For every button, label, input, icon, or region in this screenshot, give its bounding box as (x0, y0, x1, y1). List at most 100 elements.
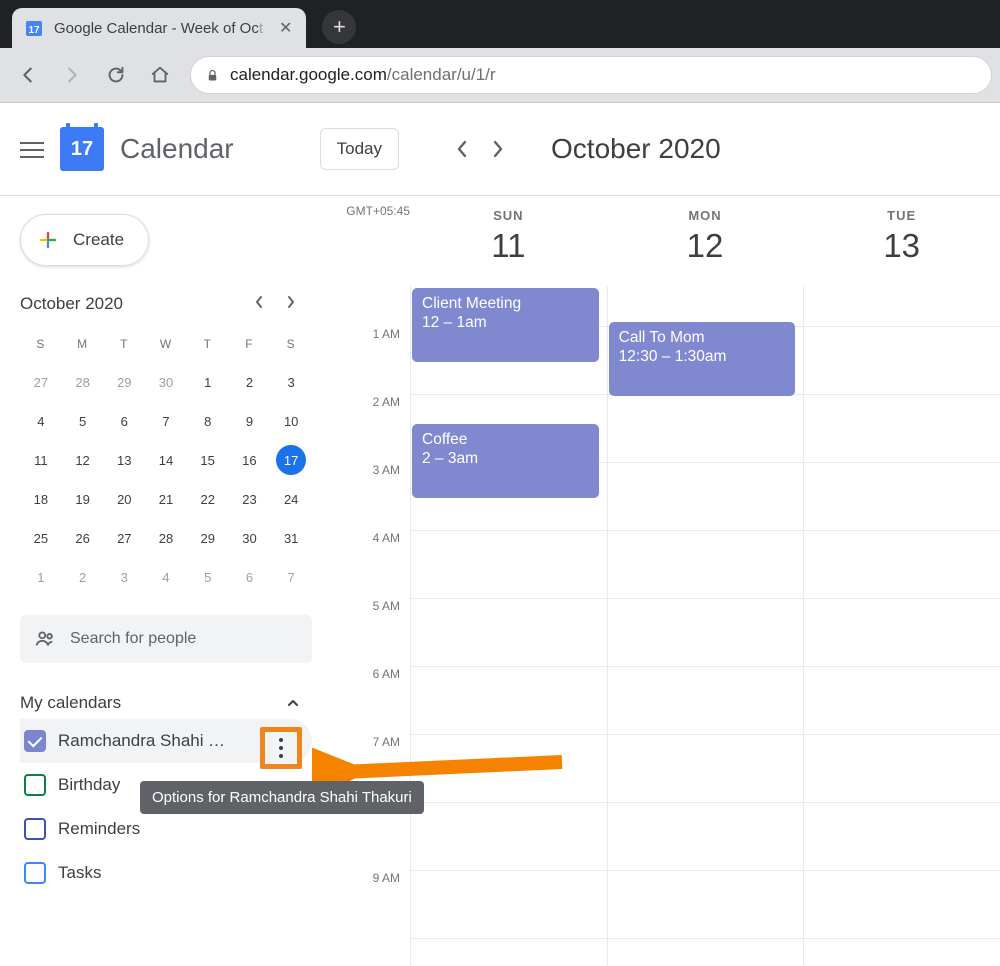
main-menu-button[interactable] (20, 137, 44, 161)
mini-day[interactable]: 16 (229, 441, 271, 480)
day-number: 13 (803, 227, 1000, 265)
mini-calendar: October 2020 SMTWTFS27282930123456789101… (20, 294, 312, 597)
hour-label: 4 AM (320, 531, 410, 599)
mini-day[interactable]: 30 (229, 519, 271, 558)
mini-day[interactable]: 6 (103, 402, 145, 441)
reload-button[interactable] (96, 55, 136, 95)
new-tab-button[interactable]: + (322, 10, 356, 44)
next-period-button[interactable] (481, 132, 515, 166)
mini-next-month-button[interactable] (286, 295, 304, 313)
mini-day[interactable]: 9 (229, 402, 271, 441)
mini-day[interactable]: 1 (20, 558, 62, 597)
calendar-label: Birthday (58, 775, 120, 795)
calendar-event[interactable]: Client Meeting12 – 1am (412, 288, 599, 362)
address-bar[interactable]: calendar.google.com/calendar/u/1/r (190, 56, 992, 94)
mini-day[interactable]: 8 (187, 402, 229, 441)
mini-day[interactable]: 13 (103, 441, 145, 480)
calendar-checkbox[interactable] (24, 730, 46, 752)
browser-tab[interactable]: 17 Google Calendar - Week of Oct ✕ (12, 8, 306, 48)
mini-day[interactable]: 27 (103, 519, 145, 558)
time-grid[interactable]: 1 AM2 AM3 AM4 AM5 AM6 AM7 AM8 AM9 AM Cli… (320, 286, 1000, 966)
mini-day[interactable]: 29 (103, 363, 145, 402)
mini-day[interactable]: 18 (20, 480, 62, 519)
timezone-label: GMT+05:45 (320, 204, 416, 218)
mini-day[interactable]: 15 (187, 441, 229, 480)
create-button-label: Create (73, 230, 124, 250)
calendar-logo-icon: 17 (60, 127, 104, 171)
mini-day[interactable]: 3 (103, 558, 145, 597)
my-calendars-header[interactable]: My calendars (20, 693, 312, 713)
mini-day[interactable]: 14 (145, 441, 187, 480)
mini-day[interactable]: 29 (187, 519, 229, 558)
day-column[interactable]: Client Meeting12 – 1am Coffee2 – 3am (410, 286, 607, 966)
day-header[interactable]: TUE13 (803, 196, 1000, 286)
mini-day[interactable]: 23 (229, 480, 271, 519)
mini-day[interactable]: 27 (20, 363, 62, 402)
day-header[interactable]: MON12 (607, 196, 804, 286)
period-nav (445, 132, 515, 166)
mini-day[interactable]: 3 (270, 363, 312, 402)
people-icon (34, 628, 56, 650)
back-button[interactable] (8, 55, 48, 95)
mini-day[interactable]: 7 (145, 402, 187, 441)
calendar-item[interactable]: Tasks (20, 851, 312, 895)
mini-day[interactable]: 17 (276, 445, 306, 475)
day-column[interactable]: Call To Mom12:30 – 1:30am (607, 286, 804, 966)
mini-day[interactable]: 24 (270, 480, 312, 519)
hour-label: 3 AM (320, 463, 410, 531)
mini-day[interactable]: 5 (187, 558, 229, 597)
event-title: Call To Mom (619, 328, 786, 347)
mini-day[interactable]: 22 (187, 480, 229, 519)
mini-day[interactable]: 25 (20, 519, 62, 558)
search-people-input[interactable]: Search for people (20, 615, 312, 663)
mini-day[interactable]: 26 (62, 519, 104, 558)
mini-day[interactable]: 5 (62, 402, 104, 441)
today-button[interactable]: Today (320, 128, 399, 170)
mini-day[interactable]: 28 (145, 519, 187, 558)
day-header-row: SUN11MON12TUE13 (320, 196, 1000, 286)
mini-day[interactable]: 12 (62, 441, 104, 480)
google-plus-icon (35, 227, 61, 253)
calendar-label: Reminders (58, 819, 140, 839)
svg-text:17: 17 (28, 25, 40, 36)
mini-day[interactable]: 21 (145, 480, 187, 519)
google-calendar-app: 17 Calendar Today October 2020 Create Oc… (0, 103, 1000, 964)
calendar-checkbox[interactable] (24, 818, 46, 840)
mini-day[interactable]: 19 (62, 480, 104, 519)
calendar-event[interactable]: Coffee2 – 3am (412, 424, 599, 498)
prev-period-button[interactable] (445, 132, 479, 166)
calendar-options-button[interactable] (260, 727, 302, 769)
mini-day[interactable]: 6 (229, 558, 271, 597)
close-tab-icon[interactable]: ✕ (279, 18, 292, 38)
mini-dow: T (103, 324, 145, 363)
calendar-checkbox[interactable] (24, 774, 46, 796)
day-header[interactable]: SUN11 (410, 196, 607, 286)
mini-day[interactable]: 20 (103, 480, 145, 519)
mini-day[interactable]: 1 (187, 363, 229, 402)
home-button[interactable] (140, 55, 180, 95)
sidebar: Create October 2020 SMTWTFS2728293012345… (0, 196, 320, 964)
mini-day[interactable]: 2 (229, 363, 271, 402)
mini-day[interactable]: 11 (20, 441, 62, 480)
mini-day[interactable]: 4 (145, 558, 187, 597)
mini-day[interactable]: 10 (270, 402, 312, 441)
mini-day[interactable]: 28 (62, 363, 104, 402)
mini-day[interactable]: 4 (20, 402, 62, 441)
reload-icon (105, 64, 127, 86)
day-column[interactable] (803, 286, 1000, 966)
event-time: 12 – 1am (422, 313, 589, 332)
day-of-week-label: MON (607, 208, 804, 223)
mini-day[interactable]: 30 (145, 363, 187, 402)
create-button[interactable]: Create (20, 214, 149, 266)
mini-prev-month-button[interactable] (254, 295, 272, 313)
hour-label: 1 AM (320, 327, 410, 395)
mini-day[interactable]: 7 (270, 558, 312, 597)
event-title: Coffee (422, 430, 589, 449)
day-columns: Client Meeting12 – 1amCoffee2 – 3amCall … (410, 286, 1000, 966)
calendar-checkbox[interactable] (24, 862, 46, 884)
mini-dow: S (20, 324, 62, 363)
mini-day[interactable]: 2 (62, 558, 104, 597)
mini-day[interactable]: 31 (270, 519, 312, 558)
calendar-event[interactable]: Call To Mom12:30 – 1:30am (609, 322, 796, 396)
day-of-week-label: SUN (410, 208, 607, 223)
